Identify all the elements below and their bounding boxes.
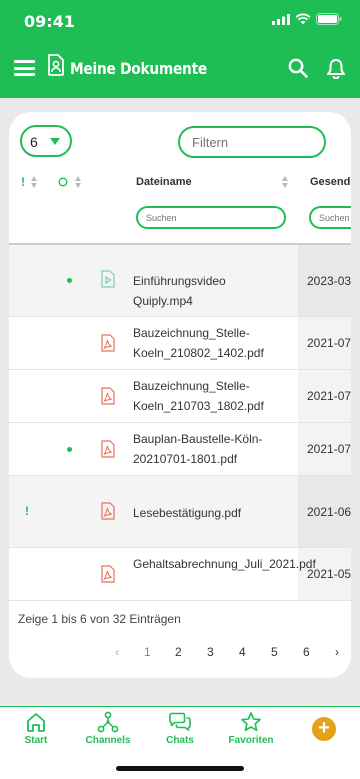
nav-label: Chats — [166, 735, 194, 746]
file-name[interactable]: Einführungsvideo Quiply.mp4 — [133, 271, 283, 311]
sent-date: 2021-07- — [307, 442, 351, 456]
table-row[interactable]: Bauplan-Baustelle-Köln-20210701-1801.pdf… — [9, 423, 351, 476]
table-row[interactable]: Einführungsvideo Quiply.mp4 2023-03- — [9, 245, 351, 317]
sent-date: 2021-05- — [307, 567, 351, 581]
unread-circle-icon[interactable] — [58, 177, 68, 187]
channels-icon — [97, 711, 119, 733]
table-row[interactable]: Gehaltsabrechnung_Juli_2021.pdf 2021-05- — [9, 548, 351, 601]
page-title: Meine Dokumente — [70, 59, 207, 78]
pdf-file-icon — [101, 502, 115, 520]
file-name[interactable]: Lesebestätigung.pdf — [133, 503, 283, 523]
battery-icon — [316, 13, 342, 25]
page-size-value: 6 — [30, 134, 38, 150]
table-row[interactable]: Bauzeichnung_Stelle-Koeln_210703_1802.pd… — [9, 370, 351, 423]
status-icons — [272, 13, 342, 25]
status-bar: 09:41 — [0, 0, 360, 40]
page-button-1[interactable]: 1 — [144, 645, 151, 659]
nav-item-chats[interactable]: Chats — [145, 711, 215, 746]
signal-icon — [272, 13, 290, 25]
table-header: ! Dateiname Gesende — [9, 168, 351, 242]
page-size-select[interactable]: 6 — [20, 125, 72, 157]
sort-icon[interactable] — [75, 176, 81, 190]
page-button-6[interactable]: 6 — [303, 645, 310, 659]
file-name[interactable]: Bauzeichnung_Stelle-Koeln_210703_1802.pd… — [133, 376, 283, 416]
nav-label: Start — [24, 735, 48, 746]
table-row[interactable]: ! Lesebestätigung.pdf 2021-06- — [9, 476, 351, 548]
file-name[interactable]: Bauplan-Baustelle-Köln-20210701-1801.pdf — [133, 429, 283, 469]
page-button-2[interactable]: 2 — [175, 645, 182, 659]
column-filename-header[interactable]: Dateiname — [136, 176, 192, 188]
pdf-file-icon — [101, 334, 115, 352]
pdf-file-icon — [101, 387, 115, 405]
page-button-5[interactable]: 5 — [271, 645, 278, 659]
filter-input[interactable] — [178, 126, 326, 158]
video-file-icon — [101, 270, 115, 288]
page-button-3[interactable]: 3 — [207, 645, 214, 659]
search-icon[interactable] — [288, 58, 308, 78]
nav-label: Channels — [85, 735, 131, 746]
next-page-button[interactable]: › — [335, 645, 339, 659]
sort-icon[interactable] — [282, 176, 288, 190]
unread-dot — [67, 278, 72, 283]
menu-icon[interactable] — [14, 60, 35, 76]
home-indicator — [116, 766, 244, 771]
status-time: 09:41 — [24, 12, 75, 31]
chats-icon — [169, 712, 191, 731]
nav-label: Favoriten — [228, 735, 274, 746]
star-icon — [241, 712, 261, 732]
pdf-file-icon — [101, 440, 115, 458]
table-info: Zeige 1 bis 6 von 32 Einträgen — [18, 612, 181, 626]
nav-item-start[interactable]: Start — [1, 711, 71, 746]
wifi-icon — [295, 13, 311, 25]
sort-icon[interactable] — [31, 176, 37, 190]
page-button-4[interactable]: 4 — [239, 645, 246, 659]
important-marker: ! — [25, 504, 29, 518]
unread-dot — [67, 447, 72, 452]
column-sent-header[interactable]: Gesende — [310, 176, 351, 188]
column-important-header[interactable]: ! — [21, 175, 25, 189]
document-user-icon — [48, 54, 64, 76]
filename-search-input[interactable] — [136, 206, 286, 229]
file-name[interactable]: Gehaltsabrechnung_Juli_2021.pdf — [133, 554, 316, 574]
sent-date: 2021-06- — [307, 505, 351, 519]
pagination: ‹ 1 2 3 4 5 6 › — [9, 645, 351, 665]
pdf-file-icon — [101, 565, 115, 583]
table-row[interactable]: Bauzeichnung_Stelle-Koeln_210802_1402.pd… — [9, 317, 351, 370]
documents-card: 6 ! Dateiname Gesende Einführungsvideo Q… — [9, 112, 351, 678]
prev-page-button[interactable]: ‹ — [115, 645, 119, 659]
chevron-down-icon — [50, 138, 60, 145]
date-search-input[interactable] — [309, 206, 351, 229]
nav-item-favoriten[interactable]: Favoriten — [216, 711, 286, 746]
nav-item-channels[interactable]: Channels — [73, 711, 143, 746]
sent-date: 2021-07- — [307, 336, 351, 350]
app-bar: Meine Dokumente — [0, 40, 360, 98]
home-icon — [27, 713, 45, 732]
file-name[interactable]: Bauzeichnung_Stelle-Koeln_210802_1402.pd… — [133, 323, 283, 363]
sent-date: 2021-07- — [307, 389, 351, 403]
sent-date: 2023-03- — [307, 274, 351, 288]
add-button[interactable]: + — [312, 717, 336, 741]
bell-icon[interactable] — [326, 58, 346, 79]
